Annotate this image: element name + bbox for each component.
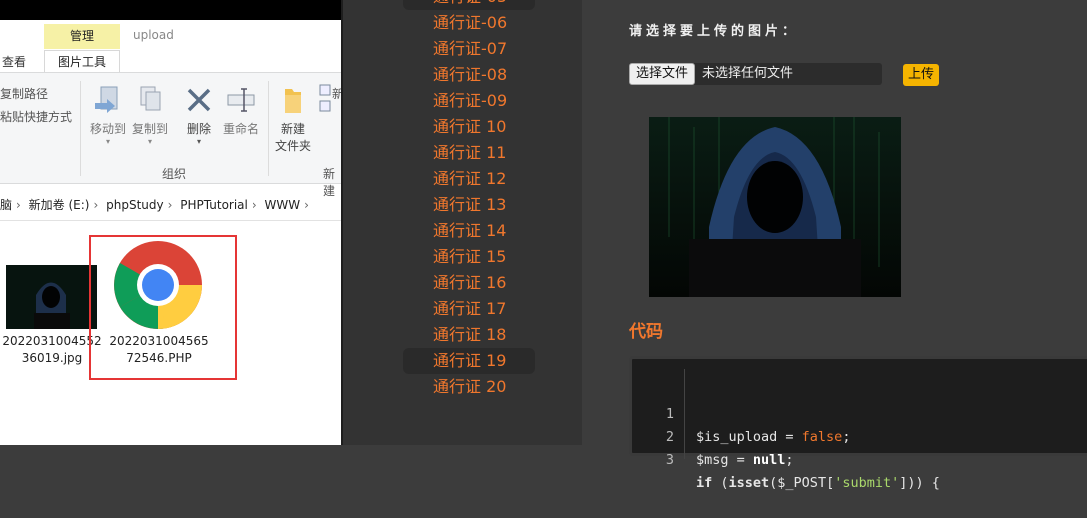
rename-label: 重命名 bbox=[222, 122, 259, 136]
highlight-annotation-box bbox=[89, 235, 237, 380]
code-heading: 代码 bbox=[629, 322, 663, 342]
sidebar-item[interactable]: 通行证-09 bbox=[403, 88, 535, 114]
chevron-right-icon: › bbox=[93, 198, 99, 212]
choose-file-button[interactable]: 选择文件 bbox=[629, 63, 696, 85]
code-line: 3 if (isset($_POST['submit'])) { bbox=[632, 426, 940, 491]
breadcrumb-item[interactable]: WWW bbox=[265, 198, 301, 212]
sidebar-item[interactable]: 通行证 10 bbox=[403, 114, 535, 140]
file-input[interactable]: 选择文件 未选择任何文件 bbox=[629, 63, 882, 85]
jpg-file-thumbnail[interactable] bbox=[6, 265, 97, 329]
code-gutter-divider bbox=[684, 369, 685, 459]
copy-to-icon bbox=[140, 86, 161, 111]
new-item-icon bbox=[318, 83, 332, 117]
breadcrumb-item[interactable]: PHPTutorial bbox=[180, 198, 248, 212]
sidebar-item[interactable]: 通行证 14 bbox=[403, 218, 535, 244]
breadcrumb-item[interactable]: 新加卷 (E:) bbox=[29, 198, 90, 212]
delete-button[interactable]: 删除 ▾ bbox=[180, 83, 218, 146]
chevron-right-icon: › bbox=[16, 198, 21, 212]
move-to-label: 移动到 bbox=[89, 122, 126, 136]
sidebar-item[interactable]: 通行证 15 bbox=[403, 244, 535, 270]
upload-prompt: 请选择要上传的图片： bbox=[629, 24, 800, 39]
rename-button[interactable]: 重命名 bbox=[220, 83, 262, 137]
sidebar-item[interactable]: 通行证-08 bbox=[403, 62, 535, 88]
tab-view[interactable]: 查看 bbox=[2, 52, 26, 72]
tab-manage-header[interactable]: 管理 bbox=[44, 24, 120, 49]
code-block: 1 $is_upload = false; 2 $msg = null; 3 i… bbox=[629, 356, 1087, 491]
paste-shortcut-button[interactable]: 粘贴快捷方式 bbox=[0, 108, 72, 125]
no-file-selected-text: 未选择任何文件 bbox=[702, 66, 794, 81]
move-to-button[interactable]: 移动到 ▾ bbox=[86, 83, 130, 146]
breadcrumb-item[interactable]: 脑 bbox=[0, 198, 12, 212]
chevron-right-icon: › bbox=[251, 198, 257, 212]
folder-icon bbox=[285, 89, 301, 113]
chevron-right-icon: › bbox=[304, 198, 309, 212]
chevron-right-icon: › bbox=[167, 198, 173, 212]
sidebar-item[interactable]: 通行证 18 bbox=[403, 322, 535, 348]
sidebar-nav: 通行证-05 通行证-06 通行证-07 通行证-08 通行证-09 通行证 1… bbox=[341, 0, 582, 445]
sidebar-item[interactable]: 通行证 17 bbox=[403, 296, 535, 322]
code-text: $msg = null; bbox=[696, 452, 794, 468]
hacker-image-icon bbox=[649, 117, 901, 297]
sidebar-item[interactable]: 通行证 13 bbox=[403, 192, 535, 218]
file-explorer-window: 管理 upload 查看 图片工具 复制路径 粘贴快捷方式 移动到 ▾ 复制到 … bbox=[0, 0, 341, 445]
sidebar-item[interactable]: 通行证 16 bbox=[403, 270, 535, 296]
move-to-icon bbox=[95, 86, 118, 113]
line-number: 3 bbox=[665, 452, 674, 468]
hacker-image-icon bbox=[6, 265, 97, 329]
window-title: upload bbox=[133, 28, 174, 42]
sidebar-item[interactable]: 通行证-05 bbox=[403, 0, 535, 10]
ribbon-separator bbox=[80, 81, 81, 176]
copy-to-button[interactable]: 复制到 ▾ bbox=[128, 83, 172, 146]
delete-x-icon bbox=[187, 88, 211, 112]
sidebar-item[interactable]: 通行证 20 bbox=[403, 374, 535, 400]
ribbon: 复制路径 粘贴快捷方式 移动到 ▾ 复制到 ▾ 删除 ▾ 重命名 新建 文件夹 … bbox=[0, 72, 341, 198]
new-item-button[interactable]: 新 bbox=[332, 85, 341, 102]
code-line: 2 $msg = null; bbox=[632, 403, 794, 468]
sidebar-item[interactable]: 通行证-07 bbox=[403, 36, 535, 62]
tab-picture-tools[interactable]: 图片工具 bbox=[44, 50, 120, 72]
new-folder-label-line2: 文件夹 bbox=[274, 139, 311, 153]
code-line: 1 $is_upload = false; bbox=[632, 380, 851, 445]
copy-path-button[interactable]: 复制路径 bbox=[0, 85, 48, 102]
upload-button[interactable]: 上传 bbox=[903, 64, 940, 86]
ribbon-separator bbox=[268, 81, 269, 176]
breadcrumb[interactable]: 脑 › 新加卷 (E:) › phpStudy › PHPTutorial › WWW › bbox=[0, 190, 341, 221]
sidebar-item[interactable]: 通行证-06 bbox=[403, 10, 535, 36]
title-bar bbox=[0, 0, 341, 20]
code-text: if (isset($_POST['submit'])) { bbox=[696, 475, 940, 491]
sidebar-item-active[interactable]: 通行证 19 bbox=[403, 348, 535, 374]
code-text: $is_upload = false; bbox=[696, 429, 851, 445]
breadcrumb-item[interactable]: phpStudy bbox=[106, 198, 164, 212]
new-folder-button[interactable]: 新建 文件夹 bbox=[272, 83, 314, 154]
copy-to-label: 复制到 bbox=[131, 122, 168, 136]
uploaded-image-preview bbox=[649, 117, 901, 297]
new-folder-label-line1: 新建 bbox=[280, 122, 305, 136]
sidebar-item[interactable]: 通行证 12 bbox=[403, 166, 535, 192]
delete-label: 删除 bbox=[186, 122, 211, 136]
rename-icon bbox=[227, 88, 255, 112]
sidebar-item[interactable]: 通行证 11 bbox=[403, 140, 535, 166]
group-organize-label: 组织 bbox=[162, 167, 187, 181]
main-content: 请选择要上传的图片： 选择文件 未选择任何文件 上传 代码 1 $is_uplo… bbox=[582, 0, 1087, 491]
